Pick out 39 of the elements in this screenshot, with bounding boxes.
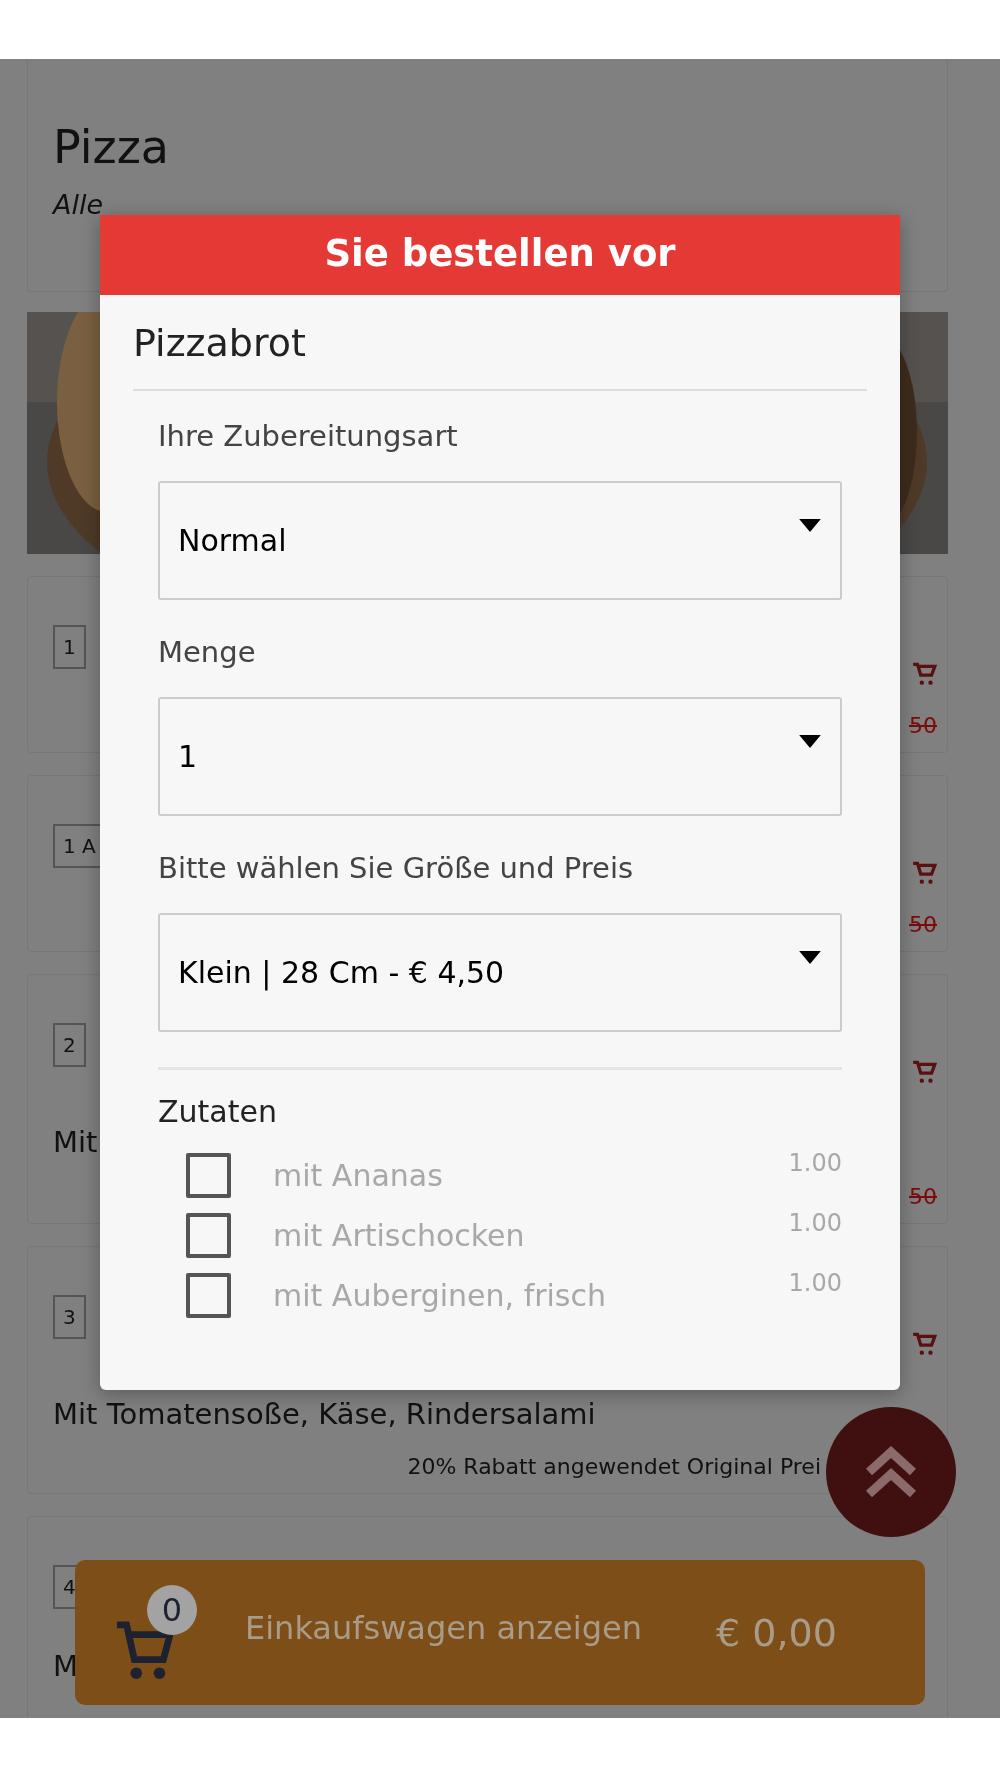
cart-total: € 0,00 <box>715 1610 837 1655</box>
category-title: Pizza <box>53 119 170 175</box>
checkbox[interactable] <box>186 1152 231 1198</box>
discount-note: 20% Rabatt angewendet Original Prei <box>407 1454 821 1479</box>
extra-label: mit Ananas <box>273 1157 444 1193</box>
cart-icon[interactable] <box>911 1331 937 1357</box>
cart-count-badge: 0 <box>147 1584 197 1635</box>
select-field[interactable]: Normal <box>158 481 842 600</box>
cart-icon[interactable] <box>911 661 937 687</box>
extra-price: 1.00 <box>788 1269 842 1297</box>
field-label: Ihre Zubereitungsart <box>158 419 459 453</box>
dialog-header: Sie bestellen vor <box>100 215 900 295</box>
cart-icon[interactable] <box>911 860 937 886</box>
item-number: 2 <box>53 1023 86 1067</box>
select-field[interactable]: 1 <box>158 697 842 816</box>
cart-icon[interactable] <box>911 1059 937 1085</box>
cart-label: Einkaufswagen anzeigen <box>245 1608 642 1647</box>
item-description: Mit <box>53 1125 98 1159</box>
caret-icon <box>798 951 822 964</box>
field-label: Menge <box>158 635 257 669</box>
extra-price: 1.00 <box>788 1149 842 1177</box>
item-description: Mit Tomatensoße, Käse, Rindersalami <box>53 1397 596 1431</box>
extra-price: 1.00 <box>788 1209 842 1237</box>
item-number: 3 <box>53 1295 86 1339</box>
extra-label: mit Artischocken <box>273 1217 526 1253</box>
original-price: 50 <box>909 713 937 738</box>
product-title: Pizzabrot <box>133 295 867 391</box>
caret-icon <box>798 519 822 532</box>
checkbox[interactable] <box>186 1272 231 1318</box>
item-number: 1 <box>53 625 86 669</box>
caret-icon <box>798 735 822 748</box>
select-field[interactable]: Klein | 28 Cm - € 4,50 <box>158 913 842 1032</box>
section-title: Zutaten <box>158 1094 278 1129</box>
field-label: Bitte wählen Sie Größe und Preis <box>158 851 635 885</box>
cart-bar[interactable]: 0 Einkaufswagen anzeigen € 0,00 <box>75 1560 925 1705</box>
original-price: 50 <box>909 1184 937 1209</box>
checkbox[interactable] <box>186 1212 231 1258</box>
extra-label: mit Auberginen, frisch <box>273 1277 607 1313</box>
original-price: 50 <box>909 912 937 937</box>
